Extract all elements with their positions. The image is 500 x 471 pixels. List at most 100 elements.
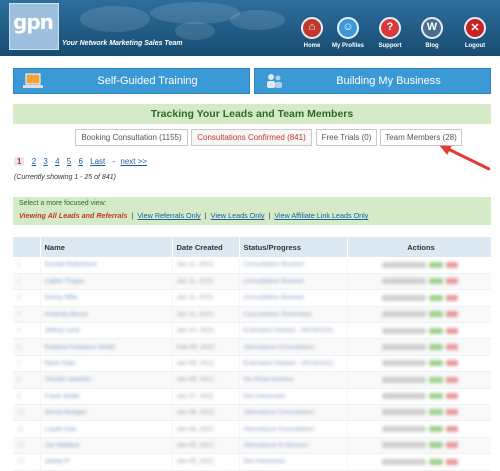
column-header-status[interactable]: Status/Progress (239, 237, 348, 257)
nav-home-button[interactable]: ⌂ Home (292, 17, 332, 55)
row-action-edit-button[interactable] (428, 327, 443, 334)
table-row[interactable]: 10 Jenna Morgan Jan 06, 2021 Attendance Con… (13, 404, 491, 422)
row-actions (347, 306, 491, 324)
row-name-link[interactable]: Callen Thayer (45, 278, 85, 285)
row-action-edit-button[interactable] (428, 343, 443, 350)
page-link[interactable]: 5 (67, 157, 71, 166)
row-action-edit-button[interactable] (428, 261, 443, 268)
building-my-business-button[interactable]: Building My Business (254, 68, 491, 94)
table-row[interactable]: 4 Amanda Buron Jan 11, 2021 Consultation Re… (13, 306, 491, 324)
row-action-view-button[interactable] (381, 360, 426, 367)
row-action-delete-button[interactable] (445, 442, 458, 449)
row-action-edit-button[interactable] (428, 425, 443, 432)
row-name-link[interactable]: Donald Robertson (45, 261, 97, 268)
logo[interactable]: gpn (9, 3, 59, 50)
table-row[interactable]: 5 Jeffrey Lane Jan 10, 2021 Estimated Start… (13, 322, 491, 340)
row-action-view-button[interactable] (381, 327, 426, 334)
row-name-link[interactable]: Loyde Dae (45, 426, 76, 433)
row-action-delete-button[interactable] (445, 261, 458, 268)
table-row[interactable]: 8 Timothi Jawelon Jan 09, 2021 No Show book… (13, 371, 491, 389)
row-action-delete-button[interactable] (445, 393, 458, 400)
nav-profiles-button[interactable]: ☺ My Profiles (328, 17, 368, 55)
row-action-delete-button[interactable] (445, 343, 458, 350)
tab-consultations-confirmed[interactable]: Consultations Confirmed (841) (191, 129, 312, 146)
row-action-view-button[interactable] (381, 376, 426, 383)
row-number: 11 (17, 425, 24, 433)
row-action-delete-button[interactable] (445, 327, 458, 334)
row-action-edit-button[interactable] (428, 278, 443, 285)
next-page-link[interactable]: next >> (120, 157, 147, 166)
row-action-delete-button[interactable] (445, 376, 458, 383)
row-action-edit-button[interactable] (428, 311, 443, 318)
page-link[interactable]: 1 (14, 157, 25, 166)
row-action-delete-button[interactable] (445, 409, 458, 416)
nav-blog-button[interactable]: W Blog (412, 17, 452, 55)
row-action-edit-button[interactable] (428, 458, 443, 465)
row-action-view-button[interactable] (381, 393, 426, 400)
row-action-edit-button[interactable] (428, 409, 443, 416)
last-page-link[interactable]: Last (90, 157, 105, 166)
table-row[interactable]: 6 Radaria Ferbanns Smith Feb 09, 2021 Atten… (13, 338, 491, 356)
row-date-created: Jan 06, 2021 (176, 425, 215, 433)
tab-free-trials[interactable]: Free Trials (0) (316, 129, 377, 146)
table-row[interactable]: 3 Emmy Mills Jan 11, 2021 Consultation Book… (13, 289, 491, 307)
table-row[interactable]: 2 Callen Thayer Jan 11, 2021 Consultation B… (13, 273, 491, 291)
column-header-number (13, 237, 41, 257)
view-leads-link[interactable]: View Leads Only (211, 211, 265, 220)
page-link[interactable]: 2 (32, 157, 36, 166)
row-name-link[interactable]: Timothi Jawelon (45, 376, 92, 383)
column-header-date-created[interactable]: Date Created (172, 237, 240, 257)
row-action-edit-button[interactable] (428, 376, 443, 383)
nav-support-button[interactable]: ? Support (370, 17, 410, 55)
page-link[interactable]: 4 (55, 157, 59, 166)
row-action-edit-button[interactable] (428, 393, 443, 400)
row-action-edit-button[interactable] (428, 294, 443, 301)
table-row[interactable]: 12 Joe Wallace Jan 05, 2021 Attendance In S… (13, 437, 491, 455)
row-action-delete-button[interactable] (445, 294, 458, 301)
row-action-delete-button[interactable] (445, 458, 458, 465)
row-name-link[interactable]: Frank Smith (45, 393, 80, 400)
row-action-delete-button[interactable] (445, 425, 458, 432)
table-row[interactable]: 7 Rene Kate Jan 09, 2021 Estimated Started … (13, 355, 491, 373)
view-referrals-link[interactable]: View Referrals Only (137, 211, 200, 220)
row-action-view-button[interactable] (381, 409, 426, 416)
row-action-edit-button[interactable] (428, 442, 443, 449)
row-action-view-button[interactable] (381, 425, 426, 432)
self-guided-training-button[interactable]: Self-Guided Training (13, 68, 250, 94)
row-action-view-button[interactable] (381, 311, 426, 318)
page-link[interactable]: 6 (78, 157, 82, 166)
row-action-view-button[interactable] (381, 278, 426, 285)
row-name-link[interactable]: Radaria Ferbanns Smith (45, 344, 115, 351)
row-name-link[interactable]: Joe Wallace (45, 442, 80, 449)
tab-booking-consultation[interactable]: Booking Consultation (1155) (75, 129, 188, 146)
row-action-delete-button[interactable] (445, 311, 458, 318)
row-status: Attendance Consultation (243, 409, 315, 417)
row-action-view-button[interactable] (381, 458, 426, 465)
column-header-name[interactable]: Name (40, 237, 173, 257)
row-action-view-button[interactable] (381, 261, 426, 268)
table-row[interactable]: 11 Loyde Dae Jan 06, 2021 Attendance Consul… (13, 420, 491, 438)
nav-logout-button[interactable]: ✕ Logout (455, 17, 495, 55)
row-name-link[interactable]: Jackie P. (45, 458, 71, 465)
row-action-view-button[interactable] (381, 343, 426, 350)
row-action-delete-button[interactable] (445, 360, 458, 367)
table-row[interactable]: 9 Frank Smith Jan 07, 2021 Not Interested (13, 388, 491, 406)
table-row[interactable]: 1 Donald Robertson Jan 11, 2021 Consultatio… (13, 257, 491, 274)
tab-team-members[interactable]: Team Members (28) (380, 129, 462, 146)
row-status: Consultation Booked (243, 261, 304, 269)
row-status: Attendance In Session (243, 441, 309, 449)
row-name-link[interactable]: Emmy Mills (45, 294, 78, 301)
row-name-link[interactable]: Amanda Buron (45, 311, 88, 318)
page-link[interactable]: 3 (43, 157, 47, 166)
row-status: Consultation Booked (243, 294, 304, 302)
row-name-link[interactable]: Jenna Morgan (45, 409, 87, 416)
row-action-view-button[interactable] (381, 442, 426, 449)
row-name-link[interactable]: Jeffrey Lane (45, 327, 81, 334)
row-action-edit-button[interactable] (428, 360, 443, 367)
table-row[interactable]: 13 Jackie P. Jan 05, 2021 Not Interested (13, 453, 491, 471)
row-number: 13 (17, 458, 25, 466)
view-affiliate-link-leads-link[interactable]: View Affiliate Link Leads Only (274, 211, 368, 220)
row-name-link[interactable]: Rene Kate (45, 360, 76, 367)
row-action-view-button[interactable] (381, 294, 426, 301)
row-action-delete-button[interactable] (445, 278, 458, 285)
